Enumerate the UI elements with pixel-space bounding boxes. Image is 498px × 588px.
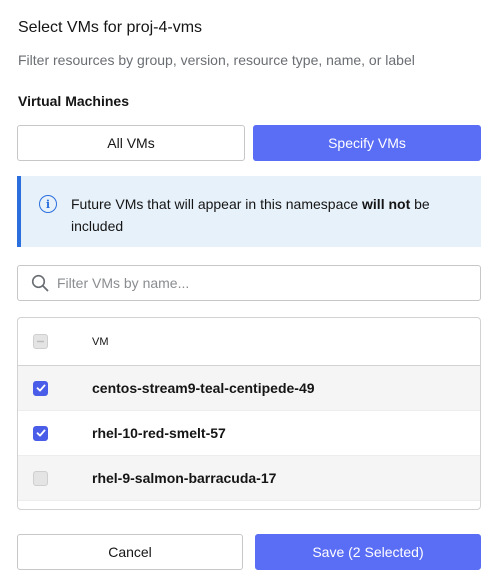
table-row[interactable]: rhel-10-red-smelt-57: [18, 411, 480, 456]
specify-vms-button[interactable]: Specify VMs: [253, 125, 481, 161]
table-row[interactable]: rhel-9-salmon-barracuda-17: [18, 456, 480, 501]
table-row[interactable]: centos-stream9-teal-centipede-49: [18, 366, 480, 411]
section-label: Virtual Machines: [18, 93, 130, 109]
page-subtitle: Filter resources by group, version, reso…: [18, 52, 415, 68]
row-checkbox[interactable]: [33, 380, 48, 396]
search-input[interactable]: [57, 275, 457, 291]
vm-name: rhel-10-red-smelt-57: [92, 425, 226, 441]
save-button[interactable]: Save (2 Selected): [255, 534, 481, 570]
page-title: Select VMs for proj-4-vms: [18, 19, 203, 36]
table-header: VM: [18, 318, 480, 366]
vm-table: VM centos-stream9-teal-centipede-49 rhel…: [17, 317, 481, 510]
vm-name: centos-stream9-teal-centipede-49: [92, 380, 315, 396]
all-vms-button[interactable]: All VMs: [17, 125, 245, 161]
cancel-button[interactable]: Cancel: [17, 534, 243, 570]
search-icon: [31, 274, 49, 292]
alert-text-before: Future VMs that will appear in this name…: [71, 196, 363, 212]
select-all-checkbox[interactable]: [33, 334, 48, 349]
row-checkbox[interactable]: [33, 425, 48, 441]
column-header-vm: VM: [92, 335, 109, 348]
alert-text-bold: will not: [362, 196, 411, 212]
row-checkbox[interactable]: [33, 470, 48, 486]
info-icon: i: [39, 195, 57, 213]
search-box[interactable]: [17, 265, 481, 301]
info-alert: i Future VMs that will appear in this na…: [17, 176, 481, 247]
select-vms-panel: Select VMs for proj-4-vms Filter resourc…: [0, 0, 498, 588]
alert-text: Future VMs that will appear in this name…: [71, 193, 451, 237]
vm-name: rhel-9-salmon-barracuda-17: [92, 470, 277, 486]
